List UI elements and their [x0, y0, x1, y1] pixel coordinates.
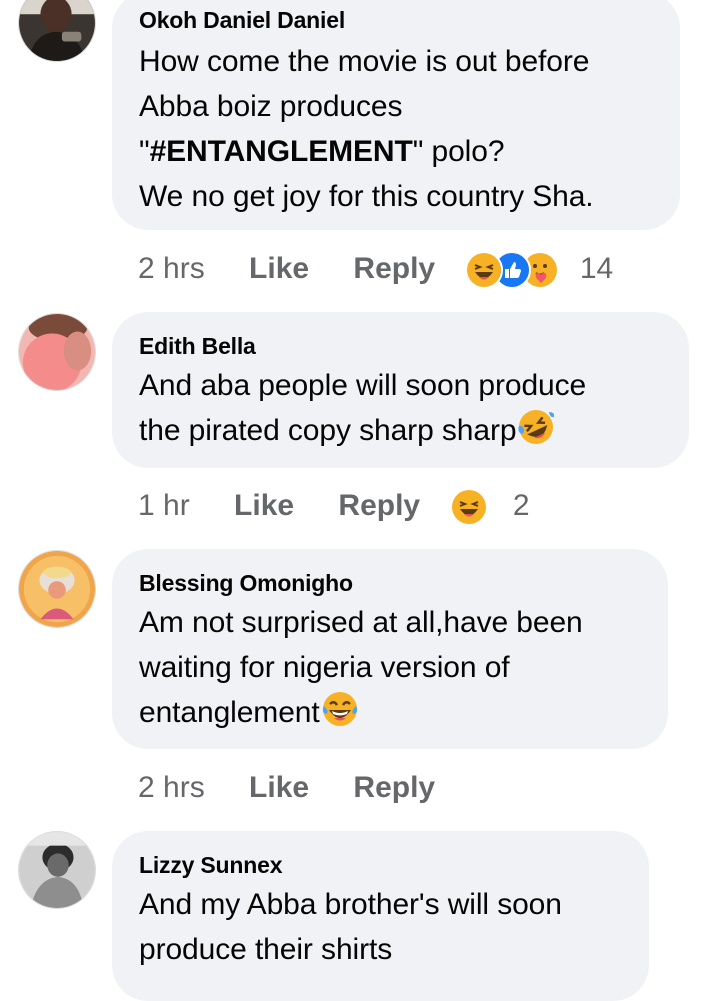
rolling-laughing-emoji-icon — [517, 408, 555, 446]
comment-author[interactable]: Blessing Omonigho — [139, 569, 642, 597]
reaction-count[interactable]: 2 — [513, 486, 530, 526]
comment-bubble: Lizzy Sunnex And my Abba brother's will … — [112, 831, 649, 1001]
comment-line: entanglement — [139, 690, 642, 735]
comment-line: And aba people will soon produce — [139, 369, 587, 402]
timestamp[interactable]: 2 hrs — [138, 768, 205, 808]
avatar[interactable] — [18, 313, 96, 391]
like-button[interactable]: Like — [249, 249, 309, 289]
avatar[interactable] — [18, 0, 96, 62]
reaction-summary[interactable] — [450, 488, 489, 527]
comment-line: the pirated copy sharp sharp — [139, 408, 663, 453]
haha-icon — [450, 488, 489, 527]
comment-line: Abba boiz produces — [139, 90, 403, 123]
tears-of-joy-emoji-icon — [321, 690, 359, 728]
comment-line: And my Abba brother's will soon — [139, 888, 562, 921]
comment-line: We no get joy for this country Sha. — [139, 180, 594, 213]
comment-line: Am not surprised at all,have been — [139, 606, 583, 639]
comment-bubble: Blessing Omonigho Am not surprised at al… — [112, 549, 668, 749]
comment-actions: 2 hrs Like Reply 14 — [138, 248, 613, 290]
comment-author[interactable]: Lizzy Sunnex — [139, 851, 623, 879]
avatar[interactable] — [18, 550, 96, 628]
like-button[interactable]: Like — [234, 486, 294, 526]
like-button[interactable]: Like — [249, 768, 309, 808]
comment-actions: 1 hr Like Reply 2 — [138, 485, 530, 527]
comment-line: "#ENTANGLEMENT" polo? — [139, 129, 654, 174]
comment-line: waiting for nigeria version of — [139, 651, 510, 684]
avatar[interactable] — [18, 831, 96, 909]
comment-author[interactable]: Edith Bella — [139, 332, 663, 360]
reaction-count[interactable]: 14 — [580, 249, 613, 289]
reaction-summary[interactable] — [465, 251, 560, 290]
comment-text: And aba people will soon produce the pir… — [139, 363, 663, 453]
comment-actions: 2 hrs Like Reply — [138, 767, 435, 807]
comment-line: How come the movie is out before — [139, 45, 590, 78]
reply-button[interactable]: Reply — [353, 768, 435, 808]
reply-button[interactable]: Reply — [353, 249, 435, 289]
comment-text: Am not surprised at all,have been waitin… — [139, 600, 642, 735]
comment-line-text: the pirated copy sharp sharp — [139, 414, 517, 447]
quote-open: " — [139, 135, 150, 168]
hashtag-link[interactable]: #ENTANGLEMENT — [150, 135, 413, 168]
comment-line-text: entanglement — [139, 696, 320, 729]
comment-text: And my Abba brother's will soon produce … — [139, 882, 623, 972]
comment-text: How come the movie is out before Abba bo… — [139, 39, 654, 219]
reply-button[interactable]: Reply — [338, 486, 420, 526]
quote-close: " polo? — [412, 135, 505, 168]
timestamp[interactable]: 2 hrs — [138, 249, 205, 289]
comment-line: produce their shirts — [139, 933, 393, 966]
comment-author[interactable]: Okoh Daniel Daniel — [139, 6, 654, 34]
timestamp[interactable]: 1 hr — [138, 486, 190, 526]
haha-icon — [465, 251, 504, 290]
comment-bubble: Edith Bella And aba people will soon pro… — [112, 312, 689, 468]
comment-bubble: Okoh Daniel Daniel How come the movie is… — [112, 0, 680, 230]
